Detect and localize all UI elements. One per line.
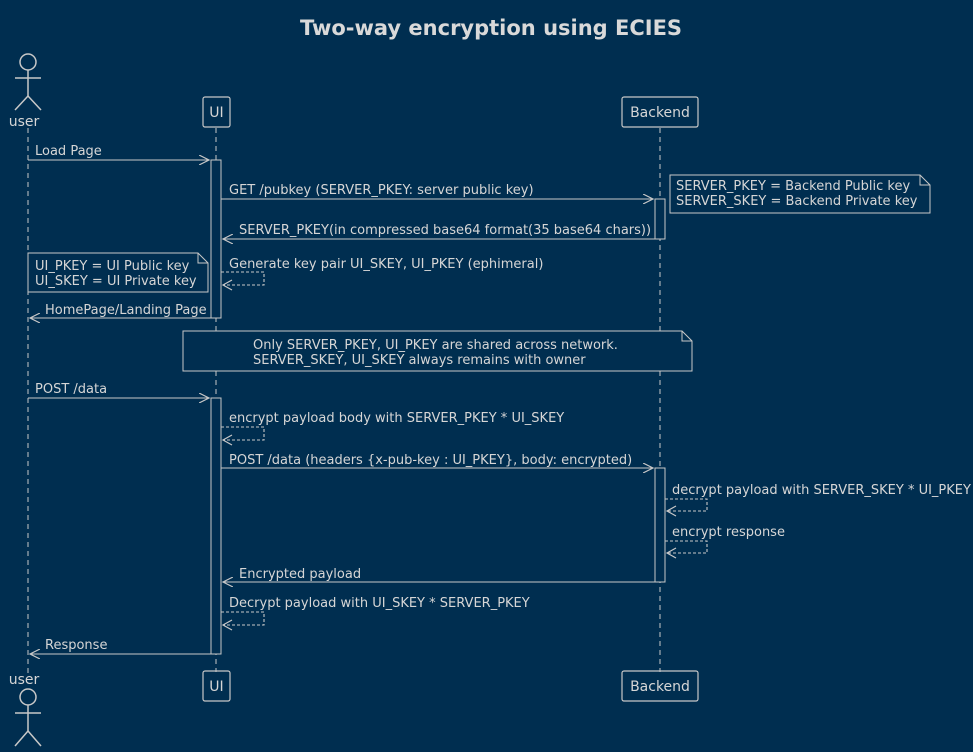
message-label: Load Page <box>35 144 102 159</box>
message-label: Response <box>45 638 107 653</box>
ui-participant-bottom: UI <box>202 670 231 702</box>
backend-participant-label-bottom: Backend <box>630 679 690 695</box>
message-label: SERVER_PKEY(in compressed base64 format(… <box>239 223 651 238</box>
message-label: POST /data <box>35 382 107 397</box>
backend-activation-bar <box>654 467 666 583</box>
note-line: Only SERVER_PKEY, UI_PKEY are shared acr… <box>253 338 618 353</box>
message-label: HomePage/Landing Page <box>45 303 207 318</box>
ui-activation-bar <box>210 397 222 655</box>
ui-participant: UI <box>202 96 231 128</box>
user-actor-icon <box>14 53 42 111</box>
ui-participant-label-bottom: UI <box>209 679 223 695</box>
sequence-diagram: Two-way encryption using ECIES user user… <box>0 0 973 752</box>
user-participant-label-bottom: user <box>9 672 40 688</box>
backend-participant-bottom: Backend <box>621 670 699 702</box>
ui-activation-bar <box>210 159 222 319</box>
message-label: Generate key pair UI_SKEY, UI_PKEY (ephi… <box>229 257 543 272</box>
diagram-title: Two-way encryption using ECIES <box>300 16 682 40</box>
backend-participant: Backend <box>621 96 699 128</box>
note-line: UI_SKEY = UI Private key <box>35 274 197 289</box>
note-line: SERVER_SKEY = Backend Private key <box>676 194 918 209</box>
note-line: SERVER_SKEY, UI_SKEY always remains with… <box>253 353 586 368</box>
user-participant-label: user <box>9 114 40 130</box>
sequence-diagram-canvas: Two-way encryption using ECIES user user… <box>9 16 971 747</box>
message-label: decrypt payload with SERVER_SKEY * UI_PK… <box>672 483 971 498</box>
message-label: GET /pubkey (SERVER_PKEY: server public … <box>229 183 534 198</box>
message-label: encrypt response <box>672 525 785 540</box>
note-backend-keys: SERVER_PKEY = Backend Public key SERVER_… <box>669 174 931 214</box>
note-ui-keys: UI_PKEY = UI Public key UI_SKEY = UI Pri… <box>27 252 209 293</box>
message-label: Decrypt payload with UI_SKEY * SERVER_PK… <box>229 596 530 611</box>
ui-participant-label: UI <box>209 105 223 121</box>
message-label: encrypt payload body with SERVER_PKEY * … <box>229 411 564 426</box>
backend-activation-bar <box>654 198 666 240</box>
note-line: UI_PKEY = UI Public key <box>35 259 190 274</box>
backend-participant-label: Backend <box>630 105 690 121</box>
note-line: SERVER_PKEY = Backend Public key <box>676 179 910 194</box>
note-shared-keys: Only SERVER_PKEY, UI_PKEY are shared acr… <box>182 330 693 372</box>
user-actor-icon-bottom <box>14 688 42 747</box>
message-label: POST /data (headers {x-pub-key : UI_PKEY… <box>229 453 632 468</box>
message-label: Encrypted payload <box>239 567 361 582</box>
